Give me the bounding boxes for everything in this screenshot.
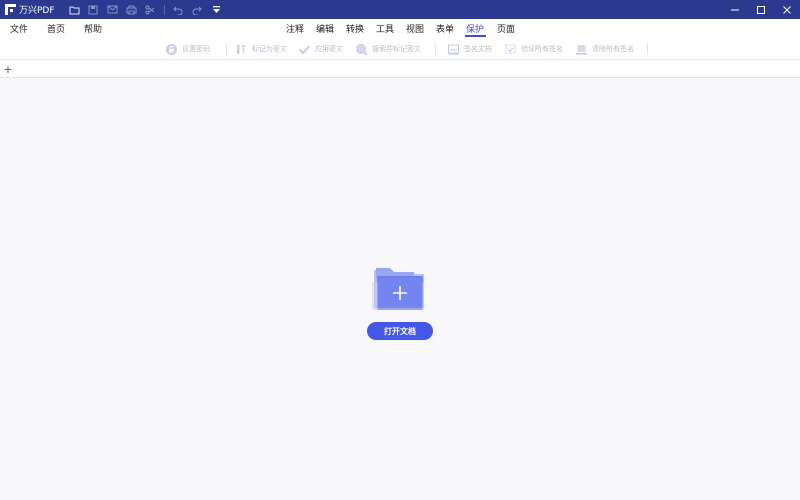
clear-signature-icon: [575, 43, 588, 56]
separator: [226, 43, 227, 55]
tab-tools[interactable]: 工具: [376, 22, 394, 35]
undo-icon[interactable]: [169, 0, 188, 19]
apply-redaction-button[interactable]: 应用密文: [298, 41, 343, 57]
tab-edit[interactable]: 编辑: [316, 22, 334, 35]
close-icon[interactable]: [774, 0, 800, 19]
mark-redaction-label: 标记为密文: [252, 45, 287, 53]
folder-icon[interactable]: [65, 0, 84, 19]
tab-protect[interactable]: 保护: [466, 22, 484, 35]
separator: [435, 43, 436, 55]
mail-icon[interactable]: [103, 0, 122, 19]
verify-signatures-label: 验证所有签名: [521, 45, 563, 53]
tab-view[interactable]: 视图: [406, 22, 424, 35]
apply-redaction-icon: [298, 43, 311, 56]
scissors-icon[interactable]: [141, 0, 160, 19]
verify-signatures-button[interactable]: 验证所有签名: [504, 41, 563, 57]
sign-document-label: 签名文档: [464, 45, 492, 53]
tab-convert[interactable]: 转换: [346, 22, 364, 35]
app-name: 万兴PDF: [19, 6, 55, 16]
protect-toolbar: 设置密码 标记为密文 应用密文 搜索并标记密文 签名文档 验证所有签名 清除所有…: [0, 38, 800, 60]
search-redact-label: 搜索并标记密文: [372, 45, 421, 53]
redact-mark-icon: [235, 43, 248, 56]
redo-icon[interactable]: [188, 0, 207, 19]
new-tab-button[interactable]: +: [2, 62, 14, 76]
apply-redaction-label: 应用密文: [315, 45, 343, 53]
open-document-button[interactable]: 打开文档: [367, 322, 433, 340]
lock-icon: [165, 43, 178, 56]
maximize-icon[interactable]: [748, 0, 774, 19]
title-bar: 万兴PDF: [0, 0, 800, 19]
clear-signatures-label: 清除所有签名: [592, 45, 634, 53]
app-logo-icon: [4, 4, 16, 16]
minimize-icon[interactable]: [722, 0, 748, 19]
print-icon[interactable]: [122, 0, 141, 19]
search-redact-icon: [355, 43, 368, 56]
active-tab-indicator: [465, 35, 486, 37]
search-redact-button[interactable]: 搜索并标记密文: [355, 41, 421, 57]
menu-help[interactable]: 帮助: [84, 22, 102, 35]
mark-redaction-button[interactable]: 标记为密文: [235, 41, 287, 57]
separator: [647, 43, 648, 55]
dropdown-icon[interactable]: [207, 0, 226, 19]
document-tab-strip: +: [0, 61, 800, 78]
folder-add-icon[interactable]: [372, 264, 428, 312]
menu-bar: 文件 首页 帮助 注释 编辑 转换 工具 视图 表单 保护 页面: [0, 19, 800, 53]
save-icon[interactable]: [84, 0, 103, 19]
separator: [163, 4, 165, 15]
window-controls: [722, 0, 800, 19]
sign-document-icon: [447, 43, 460, 56]
set-password-button[interactable]: 设置密码: [165, 41, 210, 57]
menu-home[interactable]: 首页: [47, 22, 65, 35]
tab-form[interactable]: 表单: [436, 22, 454, 35]
tab-page[interactable]: 页面: [497, 22, 515, 35]
set-password-label: 设置密码: [182, 45, 210, 53]
clear-signatures-button[interactable]: 清除所有签名: [575, 41, 634, 57]
verify-signature-icon: [504, 43, 517, 56]
tab-annotate[interactable]: 注释: [286, 22, 304, 35]
quick-access-toolbar: [65, 0, 226, 19]
sign-document-button[interactable]: 签名文档: [447, 41, 492, 57]
menu-file[interactable]: 文件: [10, 22, 28, 35]
